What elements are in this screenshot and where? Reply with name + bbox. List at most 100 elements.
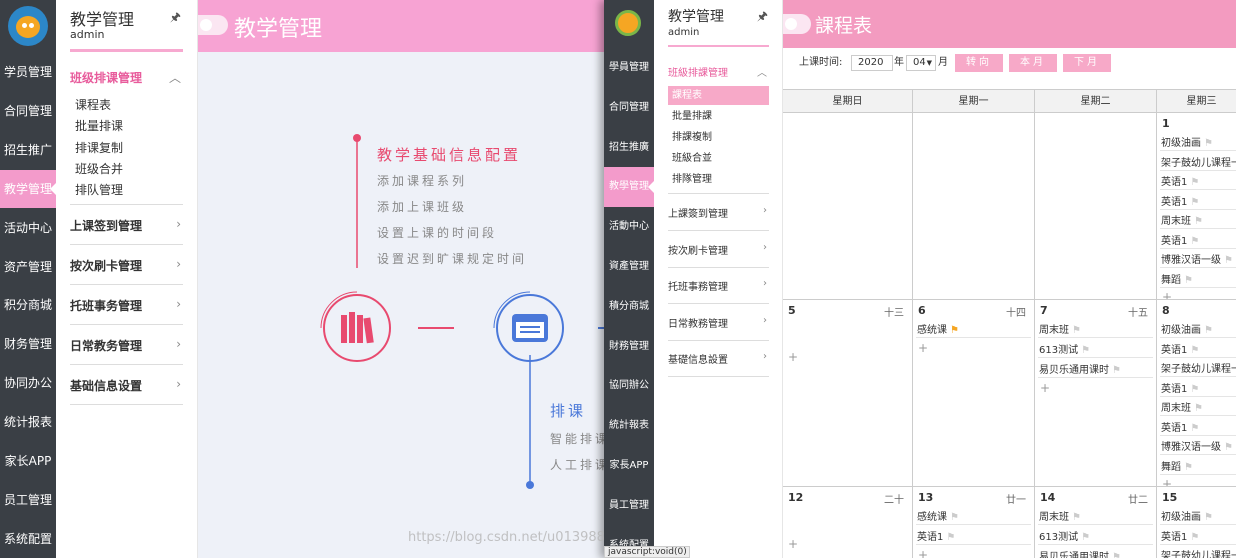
flag-icon[interactable]: ⚑	[946, 532, 955, 543]
flag-icon[interactable]: ⚑	[1204, 512, 1213, 523]
nav-item[interactable]: 系统配置	[0, 520, 56, 558]
schedule-event[interactable]: 英语1 ⚑	[1161, 341, 1199, 356]
calendar-day[interactable]	[783, 113, 913, 300]
this-month-button[interactable]: 本月	[1009, 54, 1057, 72]
next-month-button[interactable]: 下月	[1063, 54, 1111, 72]
schedule-event[interactable]: 英语1 ⚑	[1161, 419, 1199, 434]
flag-icon[interactable]: ⚑	[1184, 462, 1193, 473]
nav-item[interactable]: 財務管理	[604, 327, 654, 367]
menu-group[interactable]: 按次刷卡管理 ›	[668, 242, 769, 257]
nav-item[interactable]: 員工管理	[604, 486, 654, 526]
nav-item[interactable]: 活动中心	[0, 209, 56, 247]
flag-icon[interactable]: ⚑	[1072, 325, 1081, 336]
flag-icon[interactable]: ⚑	[1224, 255, 1233, 266]
schedule-event[interactable]: 周末班 ⚑	[1039, 508, 1081, 523]
nav-item[interactable]: 招生推廣	[604, 128, 654, 168]
flag-icon[interactable]: ⚑	[1190, 197, 1199, 208]
calendar-day[interactable]	[1035, 113, 1157, 300]
nav-item[interactable]: 協同辦公	[604, 366, 654, 406]
flag-icon[interactable]: ⚑	[1190, 423, 1199, 434]
flag-icon[interactable]: ⚑	[1204, 325, 1213, 336]
submenu-item[interactable]: 排课复制	[75, 139, 123, 156]
nav-item[interactable]: 學員管理	[604, 48, 654, 88]
nav-item[interactable]: 统计报表	[0, 403, 56, 441]
add-icon[interactable]: +	[1162, 477, 1172, 486]
nav-item[interactable]: 财务管理	[0, 325, 56, 363]
submenu-item[interactable]: 課程表	[668, 86, 769, 105]
nav-item[interactable]: 家長APP	[604, 446, 654, 486]
schedule-event[interactable]: 周末班 ⚑	[1161, 399, 1203, 414]
schedule-event[interactable]: 英语1 ⚑	[1161, 380, 1199, 395]
calendar-day[interactable]: 14廿二周末班⚑613测试⚑易贝乐通用课时⚑+	[1035, 487, 1157, 558]
schedule-event[interactable]: 易贝乐通用课时 ⚑	[1039, 361, 1121, 376]
flag-icon[interactable]: ⚑	[1190, 345, 1199, 356]
add-icon[interactable]: +	[918, 341, 928, 355]
submenu-item[interactable]: 批量排课	[75, 117, 123, 134]
nav-item[interactable]: 合同管理	[0, 92, 56, 130]
submenu-item[interactable]: 课程表	[75, 96, 111, 113]
flag-icon[interactable]: ⚑	[1081, 532, 1090, 543]
schedule-event[interactable]: 初级油画 ⚑	[1161, 134, 1213, 149]
submenu-item[interactable]: 排队管理	[75, 181, 123, 198]
year-input[interactable]: 2020	[851, 55, 893, 71]
schedule-event[interactable]: 英语1 ⚑	[1161, 193, 1199, 208]
schedule-event[interactable]: 舞蹈 ⚑	[1161, 271, 1193, 286]
group-class-scheduling[interactable]: 班级排课管理 ︿	[70, 69, 183, 86]
nav-item[interactable]: 家长APP	[0, 442, 56, 480]
menu-group[interactable]: 基礎信息設置 ›	[668, 351, 769, 366]
flag-icon[interactable]: ⚑	[1112, 552, 1121, 558]
calendar-day[interactable]: 13 廿一 感统课 ⚑ 英语1 ⚑ +	[913, 487, 1035, 558]
flag-icon[interactable]: ⚑	[1112, 365, 1121, 376]
flag-icon[interactable]: ⚑	[1190, 532, 1199, 543]
flag-icon[interactable]: ⚑	[950, 512, 959, 523]
add-icon[interactable]: +	[788, 350, 798, 364]
schedule-event[interactable]: 周末班 ⚑	[1039, 321, 1081, 336]
calendar-day[interactable]: 15初级油画⚑英语1⚑架子鼓幼儿课程一⚑+	[1157, 487, 1236, 558]
schedule-event[interactable]: 博雅汉语一级 ⚑	[1161, 438, 1233, 453]
menu-group[interactable]: 上课签到管理 ›	[70, 217, 183, 234]
flag-icon[interactable]: ⚑	[1194, 403, 1203, 414]
menu-group[interactable]: 托班事务管理 ›	[70, 297, 183, 314]
schedule-event[interactable]: 英语1 ⚑	[1161, 528, 1199, 543]
pin-icon[interactable]: 🖈	[757, 7, 768, 28]
calendar-day[interactable]: 12 二十 +	[783, 487, 913, 558]
schedule-event[interactable]: 易贝乐通用课时 ⚑	[1039, 548, 1121, 558]
schedule-event[interactable]: 博雅汉语一级 ⚑	[1161, 251, 1233, 266]
schedule-event[interactable]: 舞蹈 ⚑	[1161, 458, 1193, 473]
nav-item[interactable]: 员工管理	[0, 481, 56, 519]
flag-icon[interactable]: ⚑	[1190, 384, 1199, 395]
schedule-event[interactable]: 周末班 ⚑	[1161, 212, 1203, 227]
add-icon[interactable]: +	[1040, 381, 1050, 395]
nav-item[interactable]: 积分商城	[0, 286, 56, 324]
flag-icon[interactable]: ⚑	[1184, 275, 1193, 286]
menu-group[interactable]: 托班事務管理 ›	[668, 278, 769, 293]
nav-item[interactable]: 資產管理	[604, 247, 654, 287]
add-icon[interactable]: +	[1162, 290, 1172, 299]
calendar-day[interactable]	[913, 113, 1035, 300]
schedule-event[interactable]: 初级油画 ⚑	[1161, 508, 1213, 523]
calendar-day[interactable]: 5 十三 +	[783, 300, 913, 487]
add-icon[interactable]: +	[918, 548, 928, 558]
schedule-event[interactable]: 初级油画 ⚑	[1161, 321, 1213, 336]
nav-item[interactable]: 積分商城	[604, 287, 654, 327]
menu-group[interactable]: 日常教務管理 ›	[668, 315, 769, 330]
flag-icon[interactable]: ⚑	[1190, 177, 1199, 188]
nav-item[interactable]: 招生推广	[0, 131, 56, 169]
flag-icon[interactable]: ⚑	[1194, 216, 1203, 227]
calendar-day[interactable]: 6 十四 感统课 ⚑ +	[913, 300, 1035, 487]
submenu-item[interactable]: 批量排課	[668, 107, 769, 126]
menu-group[interactable]: 基础信息设置 ›	[70, 377, 183, 394]
submenu-item[interactable]: 排隊管理	[668, 170, 769, 189]
nav-item[interactable]: 学员管理	[0, 53, 56, 91]
schedule-event[interactable]: 英语1 ⚑	[917, 528, 955, 543]
goto-button[interactable]: 转向	[955, 54, 1003, 72]
pin-icon[interactable]: 🖈	[170, 8, 181, 29]
add-icon[interactable]: +	[788, 537, 798, 551]
flag-icon[interactable]: ⚑	[1081, 345, 1090, 356]
schedule-event[interactable]: 感统课 ⚑	[917, 321, 959, 336]
submenu-item[interactable]: 排課複制	[668, 128, 769, 147]
menu-group[interactable]: 日常教务管理 ›	[70, 337, 183, 354]
menu-group[interactable]: 按次刷卡管理 ›	[70, 257, 183, 274]
group-class-scheduling[interactable]: 班級排課管理 ︿	[668, 64, 769, 79]
nav-item[interactable]: 合同管理	[604, 88, 654, 128]
